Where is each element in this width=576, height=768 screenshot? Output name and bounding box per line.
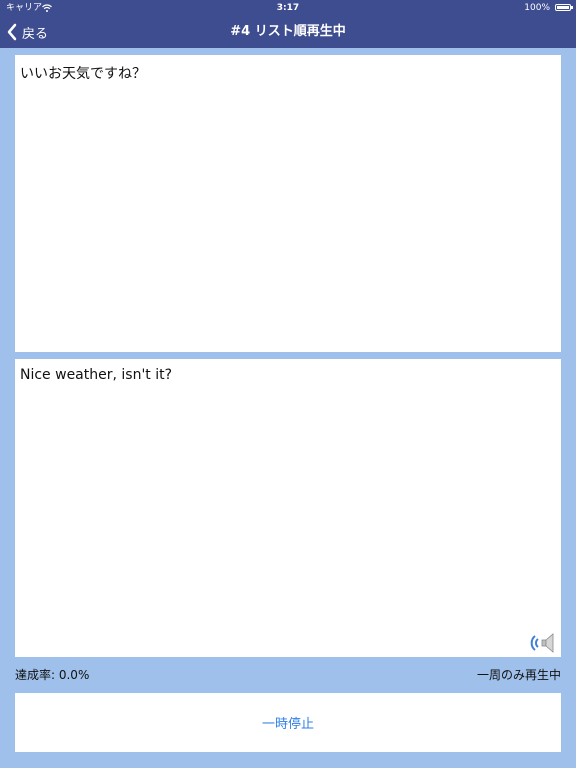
battery-tip bbox=[571, 6, 573, 9]
info-row: 達成率: 0.0% 一周のみ再生中 bbox=[15, 666, 561, 684]
status-time: 3:17 bbox=[276, 3, 300, 13]
japanese-text-card: いいお天気ですね？ bbox=[15, 55, 561, 352]
status-bar: キャリア 3:17 100% bbox=[0, 0, 576, 16]
english-text-card: Nice weather, isn't it? bbox=[15, 359, 561, 657]
playback-mode-label: 一周のみ再生中 bbox=[476, 668, 561, 682]
top-bar: キャリア 3:17 100% 戻る #4 リスト順再生中 bbox=[0, 0, 576, 48]
english-text: Nice weather, isn't it? bbox=[20, 367, 173, 383]
navigation-bar: 戻る #4 リスト順再生中 bbox=[0, 16, 576, 48]
battery-icon bbox=[555, 4, 571, 11]
progress-label: 達成率: 0.0% bbox=[15, 668, 90, 682]
pause-label: 一時停止 bbox=[261, 717, 314, 732]
pause-button[interactable]: 一時停止 bbox=[15, 693, 561, 752]
speaker-icon[interactable] bbox=[529, 632, 557, 654]
page-title: #4 リスト順再生中 bbox=[230, 24, 346, 39]
japanese-text: いいお天気ですね？ bbox=[20, 66, 146, 82]
battery-percent: 100% bbox=[524, 3, 550, 13]
